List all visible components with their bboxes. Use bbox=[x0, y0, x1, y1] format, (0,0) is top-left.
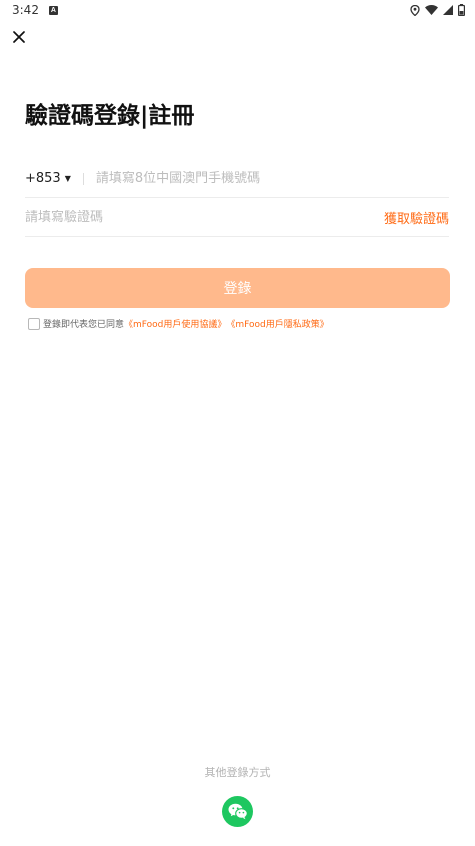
user-agreement-link[interactable]: 《mFood用戶使用協議》 bbox=[124, 317, 226, 330]
login-button[interactable]: 登錄 bbox=[25, 268, 450, 308]
a-icon: A bbox=[48, 5, 58, 15]
country-code-label: +853 bbox=[25, 171, 61, 186]
privacy-policy-link[interactable]: 《mFood用戶隱私政策》 bbox=[226, 317, 328, 330]
get-code-button[interactable]: 獲取驗證碼 bbox=[384, 208, 449, 227]
agreement-checkbox[interactable] bbox=[28, 317, 40, 330]
agreement: 登錄即代表您已同意 《mFood用戶使用協議》 《mFood用戶隱私政策》 bbox=[28, 317, 329, 330]
close-icon bbox=[13, 31, 25, 43]
agreement-prefix: 登錄即代表您已同意 bbox=[43, 320, 125, 330]
divider bbox=[82, 172, 84, 185]
status-time: 3:42 bbox=[12, 3, 39, 17]
wechat-login-button[interactable] bbox=[222, 796, 253, 827]
phone-row: +853 ▼ bbox=[25, 160, 449, 198]
wechat-icon bbox=[228, 803, 248, 820]
wifi-icon bbox=[425, 5, 438, 15]
status-left: 3:42 A bbox=[12, 3, 58, 17]
code-row: 獲取驗證碼 bbox=[25, 199, 449, 237]
signal-icon bbox=[443, 5, 453, 15]
location-icon bbox=[410, 4, 420, 16]
country-code-selector[interactable]: +853 ▼ bbox=[25, 171, 71, 186]
status-right bbox=[410, 4, 465, 16]
caret-down-icon: ▼ bbox=[64, 174, 71, 183]
battery-icon bbox=[458, 4, 465, 16]
phone-input[interactable] bbox=[95, 171, 449, 186]
status-bar: 3:42 A bbox=[0, 0, 475, 20]
other-login-label: 其他登錄方式 bbox=[204, 766, 271, 779]
verification-code-input[interactable] bbox=[25, 210, 384, 225]
page-title: 驗證碼登錄|註冊 bbox=[25, 103, 195, 129]
close-button[interactable] bbox=[8, 26, 30, 48]
login-screen: 3:42 A 驗證碼登錄|註冊 +853 ▼ 請填寫8位中國澳門手機號碼 請填寫… bbox=[0, 0, 475, 846]
